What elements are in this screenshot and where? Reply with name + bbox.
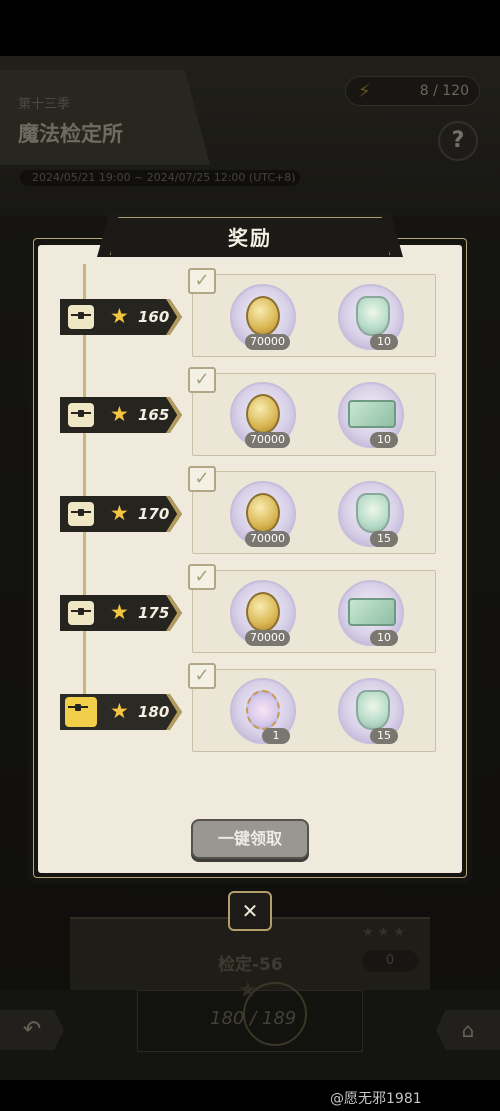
screen: 第十三季 魔法检定所 2024/05/21 19:00 ~ 2024/07/25… <box>0 0 500 1111</box>
coin-icon <box>246 394 280 434</box>
chest-icon <box>68 403 94 427</box>
tier-badge: ★ 160 <box>60 299 182 335</box>
reward-qty: 15 <box>370 531 398 547</box>
chest-icon <box>68 502 94 526</box>
claimed-checkbox: ✓ <box>188 268 216 294</box>
chest-icon <box>68 305 94 329</box>
reward-item[interactable]: 15 <box>338 481 404 547</box>
reward-item[interactable]: 15 <box>338 678 404 744</box>
tier-stars: 160 <box>138 308 170 326</box>
ticket-icon <box>348 598 396 626</box>
crystal-bottle-icon <box>356 296 390 336</box>
chest-icon <box>65 697 97 727</box>
reward-qty: 10 <box>370 334 398 350</box>
tier-stars: 180 <box>138 703 170 721</box>
reward-item[interactable]: 10 <box>338 382 404 448</box>
tier-badge: ★ 165 <box>60 397 182 433</box>
claimed-checkbox: ✓ <box>188 367 216 393</box>
reward-item[interactable]: 70000 <box>230 382 296 448</box>
star-icon: ★ <box>110 501 129 525</box>
claim-all-button[interactable]: 一键领取 <box>191 819 309 859</box>
reward-qty: 15 <box>370 728 398 744</box>
coin-icon <box>246 592 280 632</box>
reward-qty: 70000 <box>245 334 290 350</box>
tier-badge: ★ 170 <box>60 496 182 532</box>
bottom-bar <box>0 1080 500 1111</box>
star-icon: ★ <box>110 600 129 624</box>
star-icon: ★ <box>110 304 129 328</box>
reward-item[interactable]: 1 <box>230 678 296 744</box>
reward-item[interactable]: 10 <box>338 284 404 350</box>
tier-badge: ★ 175 <box>60 595 182 631</box>
tier-stars: 175 <box>138 604 170 622</box>
modal-title: 奖励 <box>228 226 272 250</box>
reward-qty: 10 <box>370 432 398 448</box>
watermark: @愿无邪1981 <box>330 1091 422 1107</box>
star-orb-icon <box>246 690 280 730</box>
tier-badge-current: ★ 180 <box>60 694 182 730</box>
coin-icon <box>246 493 280 533</box>
reward-item[interactable]: 70000 <box>230 580 296 646</box>
star-icon: ★ <box>110 699 129 723</box>
claimed-checkbox: ✓ <box>188 663 216 689</box>
reward-qty: 10 <box>370 630 398 646</box>
coin-icon <box>246 296 280 336</box>
crystal-bottle-icon <box>356 690 390 730</box>
reward-qty: 1 <box>262 728 290 744</box>
claimed-checkbox: ✓ <box>188 466 216 492</box>
claimed-checkbox: ✓ <box>188 564 216 590</box>
reward-qty: 70000 <box>245 630 290 646</box>
crystal-bottle-icon <box>356 493 390 533</box>
ticket-icon <box>348 400 396 428</box>
close-button[interactable]: ✕ <box>228 891 272 931</box>
tier-stars: 165 <box>138 406 170 424</box>
reward-qty: 70000 <box>245 432 290 448</box>
reward-item[interactable]: 70000 <box>230 284 296 350</box>
close-icon: ✕ <box>241 899 259 923</box>
chest-icon <box>68 601 94 625</box>
reward-item[interactable]: 10 <box>338 580 404 646</box>
tier-stars: 170 <box>138 505 170 523</box>
reward-qty: 70000 <box>245 531 290 547</box>
reward-item[interactable]: 70000 <box>230 481 296 547</box>
star-icon: ★ <box>110 402 129 426</box>
